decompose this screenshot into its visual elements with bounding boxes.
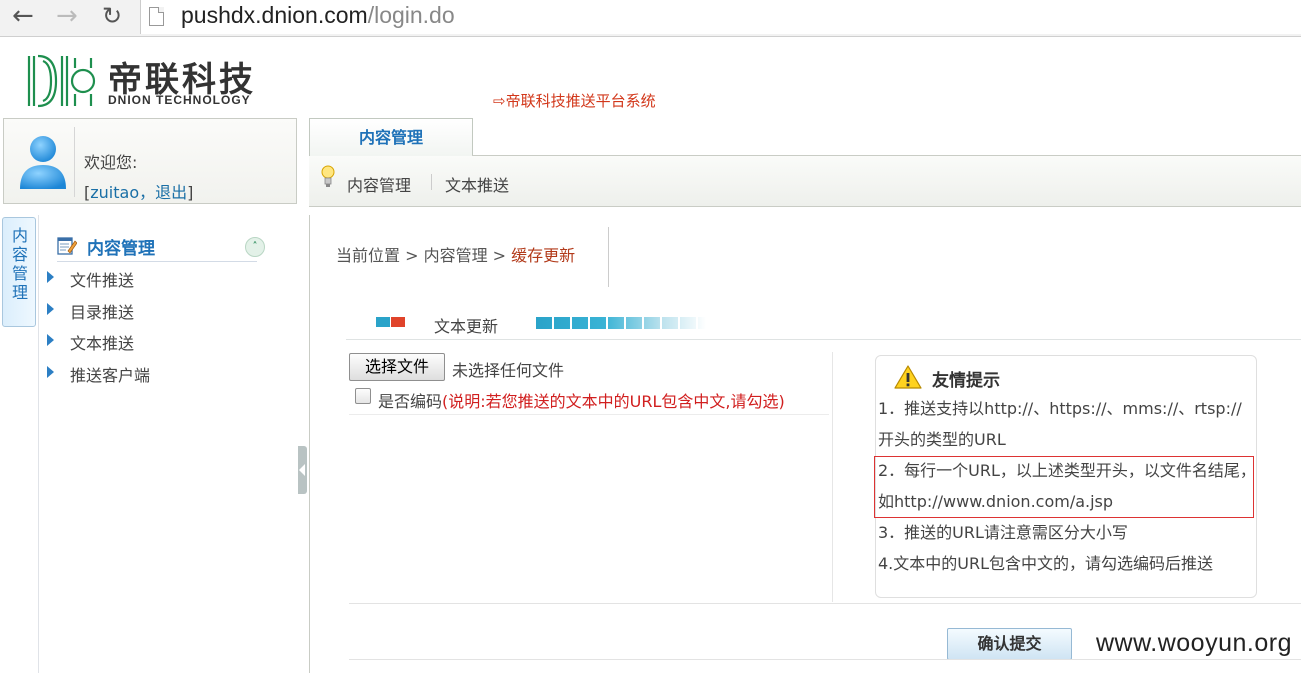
tips-title: 友情提示: [932, 371, 1000, 391]
watermark-text: www.wooyun.org: [1096, 629, 1292, 657]
user-panel: 欢迎您: [zuitao，退出]: [3, 118, 297, 204]
page-icon: [149, 7, 164, 26]
menu-item-label: 文本推送: [70, 334, 135, 353]
tip-line-4: 4.文本中的URL包含中文的，请勾选编码后推送: [878, 554, 1214, 573]
encode-label: 是否编码(说明:若您推送的文本中的URL包含中文,请勾选): [378, 388, 785, 412]
encode-label-text: 是否编码: [378, 392, 443, 411]
breadcrumb-divider: [608, 227, 609, 287]
sidebar-toggle-handle[interactable]: [298, 446, 307, 494]
encode-note: (说明:若您推送的文本中的URL包含中文,请勾选): [442, 392, 785, 411]
vertical-tab-label: 内容管理: [12, 226, 29, 302]
url-text[interactable]: pushdx.dnion.com/login.do: [181, 2, 455, 29]
tab-content-management[interactable]: 内容管理: [309, 118, 473, 156]
menu-tree: 内容管理 ˄ 文件推送 目录推送 文本推送 推送客户端: [38, 215, 299, 673]
arrow-right-icon: [47, 334, 54, 346]
left-sidebar: 内容管理 内容管理 ˄ 文件推送 目录推送 文本推送 推送客户端: [0, 215, 299, 673]
form-divider: [349, 414, 829, 415]
url-path: /login.do: [367, 2, 455, 28]
menu-item-label: 推送客户端: [70, 366, 151, 385]
warning-icon: [894, 365, 922, 389]
tip-highlight-box: [874, 456, 1254, 518]
forward-icon[interactable]: →: [56, 0, 78, 32]
breadcrumb: 当前位置 > 内容管理 > 缓存更新: [336, 242, 575, 266]
main-content: 当前位置 > 内容管理 > 缓存更新 文本更新 选择文件 未选择任何文件 是否编…: [309, 215, 1301, 673]
dnion-logo-icon: [27, 54, 96, 108]
menu-item-label: 文件推送: [70, 271, 135, 290]
system-title: ⇨帝联科技推送平台系统: [493, 92, 656, 110]
tree-header: 内容管理: [57, 233, 257, 262]
comma-separator: ，: [139, 183, 156, 202]
arrow-right-icon: [47, 366, 54, 378]
arrow-right-icon: [47, 271, 54, 283]
tip-line-3: 3．推送的URL请注意需区分大小写: [878, 523, 1128, 542]
logout-link[interactable]: 退出: [155, 183, 187, 202]
section-marker-blue: [376, 317, 390, 327]
subnav-text-push[interactable]: 文本推送: [445, 172, 509, 196]
upload-form: 选择文件 未选择任何文件 是否编码(说明:若您推送的文本中的URL包含中文,请勾…: [336, 352, 833, 602]
subnav-separator: [431, 174, 432, 190]
breadcrumb-path: 当前位置 > 内容管理 >: [336, 246, 512, 265]
section-title: 文本更新: [434, 317, 499, 336]
top-navigation: 内容管理 内容管理 文本推送: [309, 118, 1301, 207]
reload-icon[interactable]: ↻: [102, 0, 122, 32]
collapse-up-icon[interactable]: ˄: [245, 237, 265, 257]
user-divider: [74, 127, 75, 197]
subnav-content-management[interactable]: 内容管理: [347, 172, 411, 196]
submit-button[interactable]: 确认提交: [947, 628, 1072, 660]
arrow-right-icon: [47, 303, 54, 315]
welcome-text: 欢迎您:: [84, 153, 138, 172]
footer-divider: [349, 659, 1301, 660]
section-marker-red: [391, 317, 405, 327]
username-link[interactable]: zuitao: [90, 183, 139, 202]
form-bottom-divider: [349, 603, 1301, 604]
notepad-edit-icon: [57, 237, 77, 255]
address-bar[interactable]: pushdx.dnion.com/login.do: [140, 0, 1301, 34]
user-line: [zuitao，退出]: [84, 179, 193, 203]
url-host: pushdx.dnion.com: [181, 2, 368, 28]
vertical-tab-content-management[interactable]: 内容管理: [2, 217, 36, 327]
choose-file-button[interactable]: 选择文件: [349, 353, 445, 381]
tree-title: 内容管理: [87, 239, 155, 259]
logo-english-text: DNION TECHNOLOGY: [108, 93, 251, 107]
browser-toolbar: ← → ↻ pushdx.dnion.com/login.do: [0, 0, 1301, 37]
file-status-text: 未选择任何文件: [452, 361, 565, 380]
menu-item-label: 目录推送: [70, 303, 135, 322]
sub-navigation: 内容管理 文本推送: [309, 156, 1301, 206]
section-header: 文本更新: [346, 307, 1301, 340]
lightbulb-icon: [321, 165, 335, 187]
bracket-close: ]: [187, 183, 194, 202]
breadcrumb-current: 缓存更新: [511, 246, 576, 265]
tip-line-1: 1．推送支持以http://、https://、mms://、rtsp://开头…: [878, 399, 1242, 449]
user-avatar-icon: [20, 136, 66, 189]
section-decoration-stripe: [536, 317, 706, 329]
encode-checkbox[interactable]: [355, 388, 371, 404]
back-icon[interactable]: ←: [12, 0, 34, 32]
